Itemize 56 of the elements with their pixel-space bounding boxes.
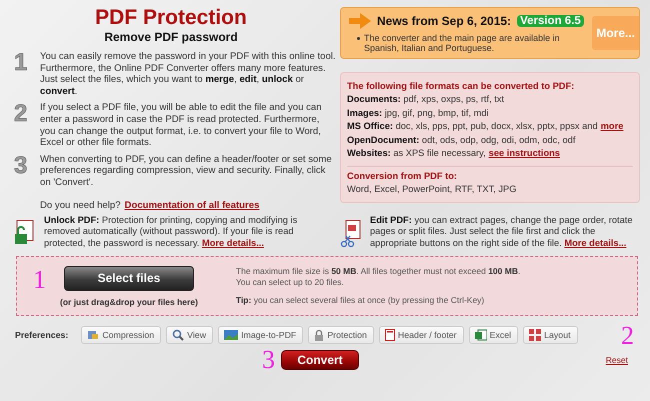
upload-info: The maximum file size is 50 MB. All files together must not exceed 100 MB. — [236, 266, 520, 278]
convert-button[interactable]: Convert — [281, 350, 359, 370]
document-scissors-icon — [340, 220, 362, 248]
annotation-number: 2 — [621, 323, 634, 350]
step-number: 3 — [14, 154, 28, 181]
preference-button[interactable]: Layout — [523, 326, 578, 344]
upload-tip: Tip: you can select several files at once (by pressing the Ctrl-Key) — [236, 295, 486, 306]
format-row-text: Websites: as XPS file necessary, — [347, 147, 486, 160]
help-text: Do you need help? — [40, 200, 121, 211]
preference-button[interactable]: Image-to-PDF — [218, 326, 304, 344]
preference-button[interactable]: Excel — [468, 326, 518, 344]
format-link[interactable]: more — [600, 120, 624, 134]
preference-button[interactable]: Compression — [81, 326, 162, 344]
format-row-text: Documents: pdf, xps, oxps, ps, rtf, txt — [347, 93, 504, 106]
version-badge: Version 6.5 — [517, 15, 584, 27]
magnifier-icon — [172, 329, 184, 342]
news-item: The converter and the main page are available in Spanish, Italian and Portuguese. — [357, 33, 592, 53]
drag-drop-hint: (or just drag&drop your files here) — [60, 296, 198, 307]
news-title: News from Sep 6, 2015: — [377, 14, 512, 28]
annotation-number: 3 — [262, 347, 275, 374]
page-icon — [384, 329, 395, 342]
select-files-button[interactable]: Select files — [64, 266, 194, 291]
formats-heading: The following file formats can be converted to PDF: — [347, 81, 576, 91]
annotation-number: 1 — [33, 267, 46, 294]
format-row-text: MS Office: doc, xls, pps, ppt, pub, docx, xlsx, pptx, ppsx and — [347, 120, 598, 133]
spreadsheet-icon — [474, 329, 487, 342]
grid-icon — [529, 329, 542, 342]
more-details-link[interactable]: More details... — [564, 238, 626, 248]
upload-info: You can select up to 20 files. — [236, 277, 345, 288]
reset-link[interactable]: Reset — [606, 355, 628, 366]
page-subtitle: Remove PDF password — [103, 30, 239, 44]
step-number: 1 — [14, 51, 28, 78]
documentation-link[interactable]: Documentation of all features — [124, 200, 260, 211]
landscape-icon — [224, 329, 238, 342]
arrow-icon — [349, 13, 371, 29]
preference-button[interactable]: Header / footer — [378, 326, 464, 344]
lock-icon — [314, 329, 324, 342]
step-number: 2 — [14, 102, 28, 130]
step-text: When converting to PDF, you can define a header/footer or set some preferences regarding compression, view and security. Finally, click on 'Convert'. — [40, 154, 333, 189]
unlocked-document-icon — [14, 220, 36, 244]
conversion-heading: Conversion from PDF to: — [347, 170, 458, 180]
feature-text: Edit PDF: you can extract pages, change the page order, rotate pages or split files. Just select the file first and click the appropriate buttons on the right side of the file. More details... — [370, 214, 634, 250]
step-text: If you select a PDF file, you will be able to edit the file and you can enter a password in case the PDF is read protected. Furthermore, you can change the output format, i.e. to convert your file to Word, Excel or other file formats. — [40, 102, 323, 149]
conversion-formats: Word, Excel, PowerPoint, RTF, TXT, JPG — [347, 182, 516, 196]
preferences-label: Preferences: — [15, 330, 68, 340]
format-row: Images: jpg, gif, png, bmp, tif, mdi — [347, 106, 489, 120]
compress-icon — [87, 329, 100, 342]
preference-button[interactable]: View — [166, 326, 214, 344]
feature-text: Unlock PDF: Protection for printing, copying and modifying is removed automatically (without password). If your file is read protected, the password is necessary. More details... — [44, 214, 298, 250]
upload-area[interactable] — [16, 256, 638, 316]
preference-button[interactable]: Protection — [308, 326, 374, 344]
format-row: OpenDocument: odt, ods, odp, odg, odi, odm, odc, odf — [347, 134, 576, 147]
page-title: PDF Protection — [94, 6, 248, 30]
format-link[interactable]: see instructions — [488, 147, 560, 160]
more-details-link[interactable]: More details... — [202, 238, 264, 248]
step-text: You can easily remove the password in your PDF with this online tool. Furthermore, the Online PDF Converter offers many more features. Just select the files, which you want to merge, edit, unlock or convert. — [40, 51, 336, 98]
